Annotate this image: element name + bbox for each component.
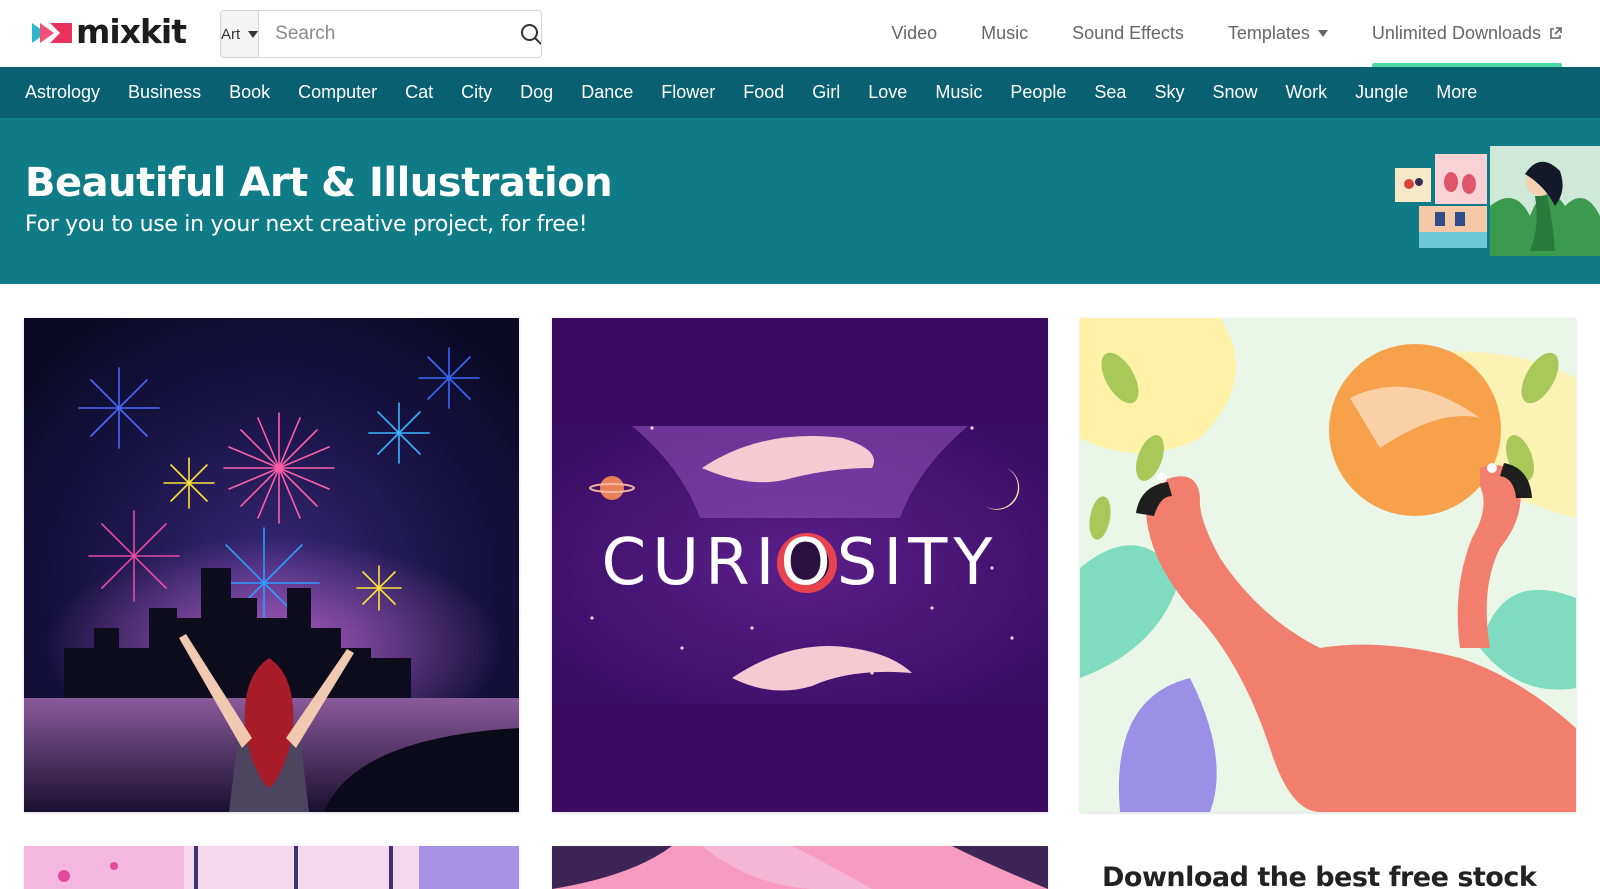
nav-video[interactable]: Video [891, 0, 937, 67]
category-music[interactable]: Music [935, 82, 982, 103]
category-sea[interactable]: Sea [1094, 82, 1126, 103]
curiosity-text: CURIOSITY [602, 526, 999, 600]
search-input[interactable] [259, 11, 521, 57]
art-card-flamingos[interactable] [1080, 318, 1576, 812]
art-card-partial-2[interactable] [552, 846, 1048, 889]
category-people[interactable]: People [1010, 82, 1066, 103]
nav-sound-effects[interactable]: Sound Effects [1072, 0, 1184, 67]
curiosity-illustration: CURIOSITY [552, 318, 1048, 812]
external-link-icon [1550, 27, 1562, 39]
category-girl[interactable]: Girl [812, 82, 840, 103]
category-flower[interactable]: Flower [661, 82, 715, 103]
mixkit-logo-icon [32, 23, 72, 43]
mixkit-logo[interactable]: mixkit [32, 12, 187, 51]
category-snow[interactable]: Snow [1212, 82, 1257, 103]
partial-illustration-1 [24, 846, 519, 889]
top-header: mixkit Art Video Music Sound Effects Tem… [0, 0, 1600, 67]
nav-video-label: Video [891, 23, 938, 43]
nav-music[interactable]: Music [981, 0, 1028, 67]
partial-illustration-2 [552, 846, 1048, 889]
search-bar: Art [220, 10, 542, 58]
fireworks-city-illustration [24, 318, 519, 812]
search-button[interactable] [520, 11, 541, 57]
category-book[interactable]: Book [229, 82, 270, 103]
hero-banner: Beautiful Art & Illustration For you to … [0, 118, 1600, 284]
caret-down-icon [248, 30, 259, 38]
art-card-fireworks[interactable] [24, 318, 519, 812]
promo-heading: Download the best free stock [1102, 862, 1537, 889]
hero-subtitle: For you to use in your next creative pro… [25, 212, 588, 237]
category-bar: Astrology Business Book Computer Cat Cit… [0, 67, 1600, 118]
search-category-dropdown[interactable]: Art [221, 11, 260, 57]
flamingos-illustration [1080, 318, 1576, 812]
nav-sound-effects-label: Sound Effects [1072, 23, 1184, 43]
category-cat[interactable]: Cat [405, 82, 433, 103]
search-category-label: Art [221, 25, 241, 43]
nav-templates-label: Templates [1227, 23, 1310, 43]
category-jungle[interactable]: Jungle [1355, 82, 1408, 103]
nav-unlimited-downloads-label: Unlimited Downloads [1371, 23, 1541, 43]
nav-unlimited-downloads[interactable]: Unlimited Downloads [1371, 0, 1563, 67]
top-nav: Video Music Sound Effects Templates Unli… [847, 0, 1563, 67]
category-computer[interactable]: Computer [298, 82, 377, 103]
logo-text: mixkit [76, 12, 187, 51]
caret-down-icon [1317, 30, 1328, 37]
hero-title: Beautiful Art & Illustration [25, 160, 613, 206]
art-card-curiosity[interactable]: CURIOSITY [552, 318, 1048, 812]
search-icon [521, 24, 541, 45]
category-more[interactable]: More [1436, 82, 1477, 103]
category-love[interactable]: Love [868, 82, 907, 103]
category-dance[interactable]: Dance [581, 82, 633, 103]
category-sky[interactable]: Sky [1154, 82, 1184, 103]
category-business[interactable]: Business [128, 82, 201, 103]
category-astrology[interactable]: Astrology [25, 82, 100, 103]
category-work[interactable]: Work [1285, 82, 1327, 103]
art-card-partial-1[interactable] [24, 846, 519, 889]
category-food[interactable]: Food [743, 82, 784, 103]
category-dog[interactable]: Dog [520, 82, 553, 103]
nav-music-label: Music [981, 23, 1029, 43]
nav-templates[interactable]: Templates [1228, 0, 1328, 67]
hero-collage-image [1395, 146, 1600, 256]
category-city[interactable]: City [461, 82, 492, 103]
